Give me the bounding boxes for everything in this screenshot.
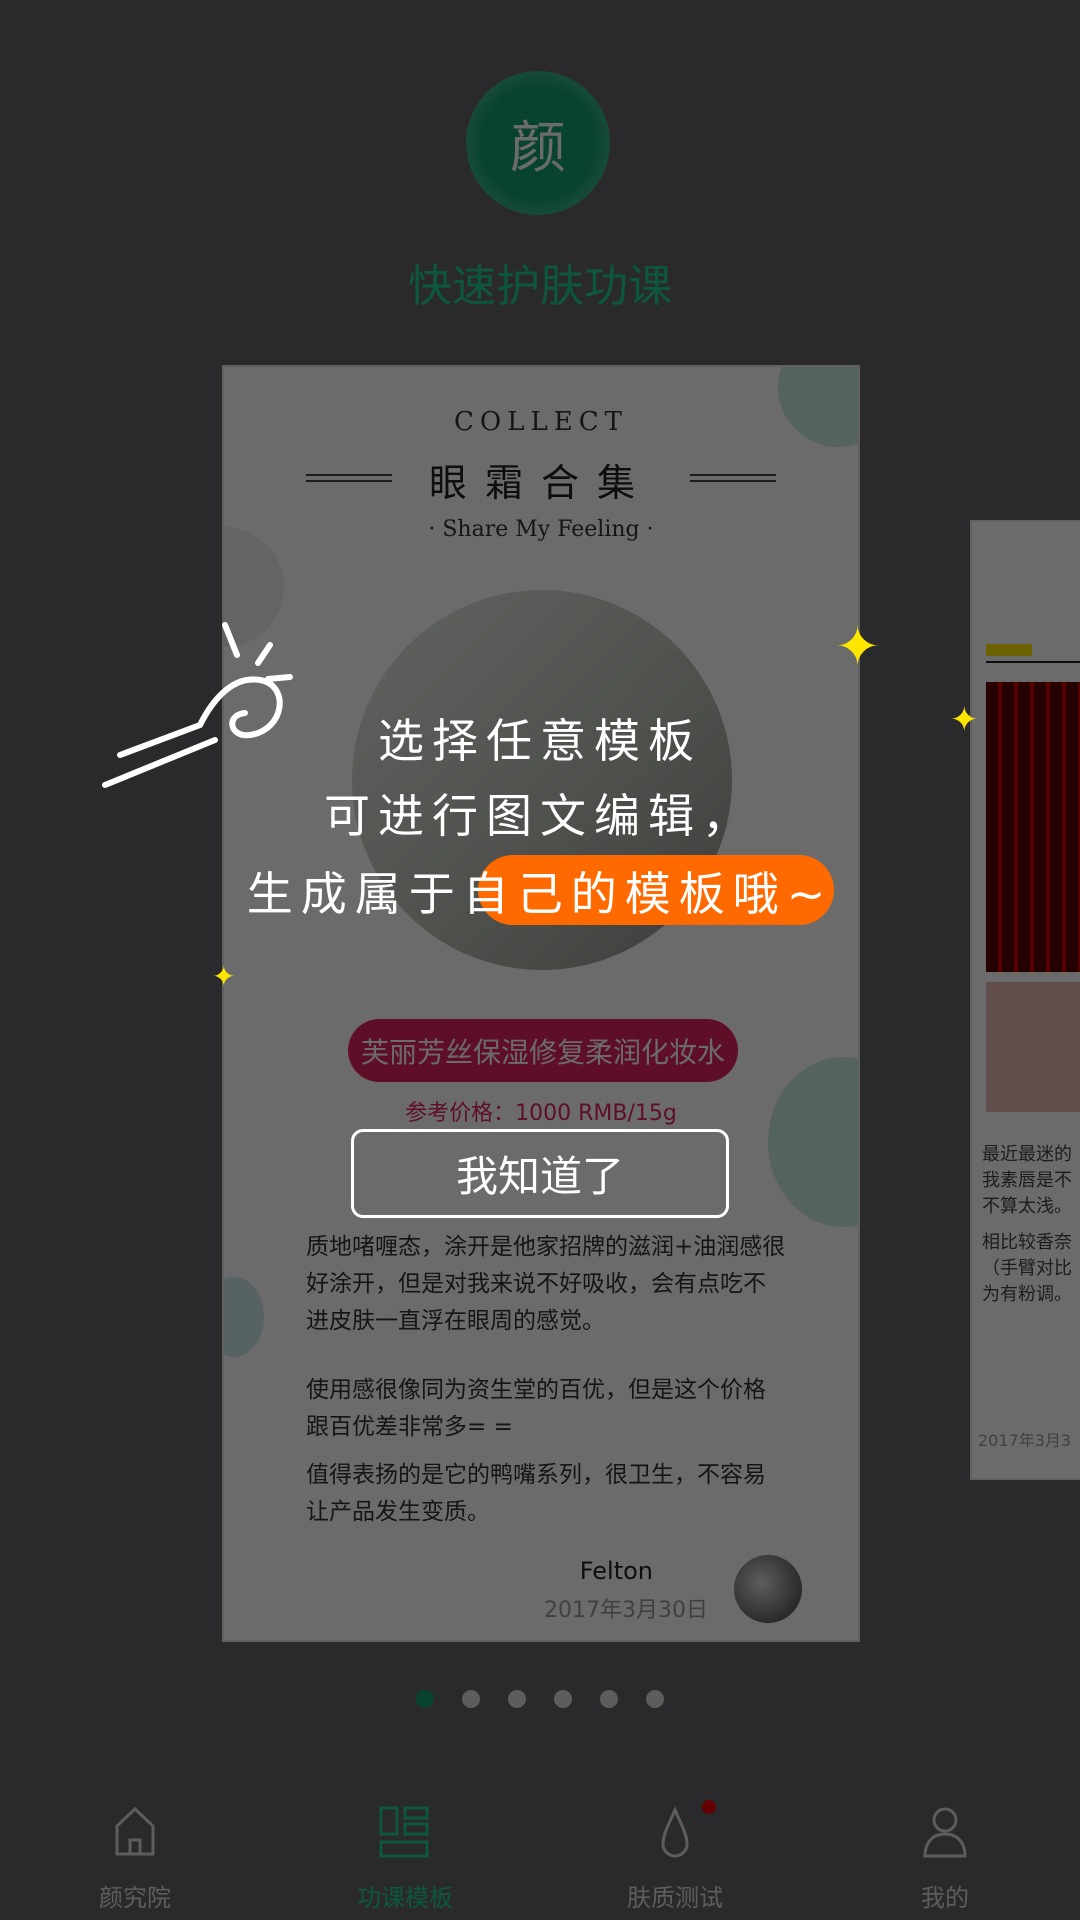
- tab-skin-test[interactable]: 肤质测试: [540, 1780, 810, 1920]
- page-dot[interactable]: [600, 1690, 618, 1708]
- dimmed-page: 颜 快速护肤功课 COLLECT 眼霜合集 · Share My Feeling…: [0, 0, 1080, 1920]
- author-name: Felton: [579, 1557, 653, 1585]
- text-line: 最近最迷的: [982, 1144, 1072, 1165]
- post-date: 2017年3月30日: [544, 1598, 708, 1623]
- tab-label: 我的: [921, 1884, 969, 1912]
- post-date: 2017年3月3: [978, 1431, 1072, 1450]
- page-dot[interactable]: [416, 1690, 434, 1708]
- review-paragraph: 质地啫喱态，涂开是他家招牌的滋润+油润感很好涂开，但是对我来说不好吸收，会有点吃…: [306, 1234, 786, 1334]
- person-icon: [923, 1807, 967, 1858]
- app-logo: 颜: [466, 71, 610, 215]
- divider: [986, 661, 1080, 663]
- tab-label: 颜究院: [99, 1884, 171, 1912]
- page-dot[interactable]: [462, 1690, 480, 1708]
- text-line: 为有粉调。: [982, 1284, 1072, 1305]
- next-template-card[interactable]: 最近最迷的 我素唇是不 不算太浅。 相比较香奈 （手臂对比 为有粉调。 2017…: [970, 520, 1080, 1480]
- got-it-button[interactable]: 我知道了: [351, 1129, 729, 1218]
- card-subtitle: · Share My Feeling ·: [428, 517, 654, 542]
- decor-bar: [986, 644, 1032, 656]
- page-title: 快速护肤功课: [408, 261, 672, 312]
- tab-templates[interactable]: 功课模板: [270, 1780, 540, 1920]
- text-line: 不算太浅。: [982, 1196, 1072, 1217]
- template-icon: [379, 1806, 429, 1858]
- guide-text-line2: 可进行图文编辑，: [324, 789, 756, 843]
- notification-badge: [702, 1800, 716, 1814]
- tab-label: 功课模板: [357, 1884, 453, 1912]
- review-paragraph: 使用感很像同为资生堂的百优，但是这个价格跟百优差非常多= =: [306, 1377, 766, 1440]
- sparkle-icon: ✦: [835, 615, 881, 678]
- text-line: （手臂对比: [982, 1258, 1072, 1279]
- collect-label: COLLECT: [454, 407, 628, 437]
- guide-text-highlight: 自己的模板: [462, 867, 733, 921]
- template-card[interactable]: COLLECT 眼霜合集 · Share My Feeling · 芙丽芳丝保湿…: [222, 365, 860, 1642]
- guide-text: 生成属于: [246, 867, 463, 921]
- page-dot[interactable]: [646, 1690, 664, 1708]
- drop-icon: [661, 1806, 689, 1858]
- tab-label: 肤质测试: [627, 1884, 723, 1912]
- page-dot[interactable]: [554, 1690, 572, 1708]
- sparkle-icon: ✦: [212, 960, 236, 993]
- decor-blob: [224, 1277, 264, 1357]
- page-dot[interactable]: [508, 1690, 526, 1708]
- guide-text-line1: 选择任意模板: [378, 714, 702, 768]
- lips-photo: [986, 982, 1080, 1112]
- guide-text-line3: 生成属于自己的模板哦~: [0, 858, 1080, 924]
- tab-me[interactable]: 我的: [810, 1780, 1080, 1920]
- avatar: [734, 1555, 802, 1623]
- text-line: 相比较香奈: [982, 1232, 1072, 1253]
- card-title: 眼霜合集: [428, 461, 653, 505]
- bottom-tab-bar: 颜究院 功课模板 肤质测试 我的: [0, 1778, 1080, 1920]
- review-paragraph: 值得表扬的是它的鸭嘴系列，很卫生，不容易让产品发生变质。: [306, 1462, 766, 1525]
- text-line: 我素唇是不: [982, 1170, 1072, 1191]
- tab-home[interactable]: 颜究院: [0, 1780, 270, 1920]
- guide-text: 哦~: [732, 867, 834, 921]
- product-name: 芙丽芳丝保湿修复柔润化妆水: [348, 1019, 738, 1082]
- home-icon: [115, 1806, 155, 1856]
- product-price: 参考价格：1000 RMB/15g: [405, 1101, 677, 1126]
- decor-blob: [768, 1057, 858, 1227]
- pagination-dots: [0, 1690, 1080, 1708]
